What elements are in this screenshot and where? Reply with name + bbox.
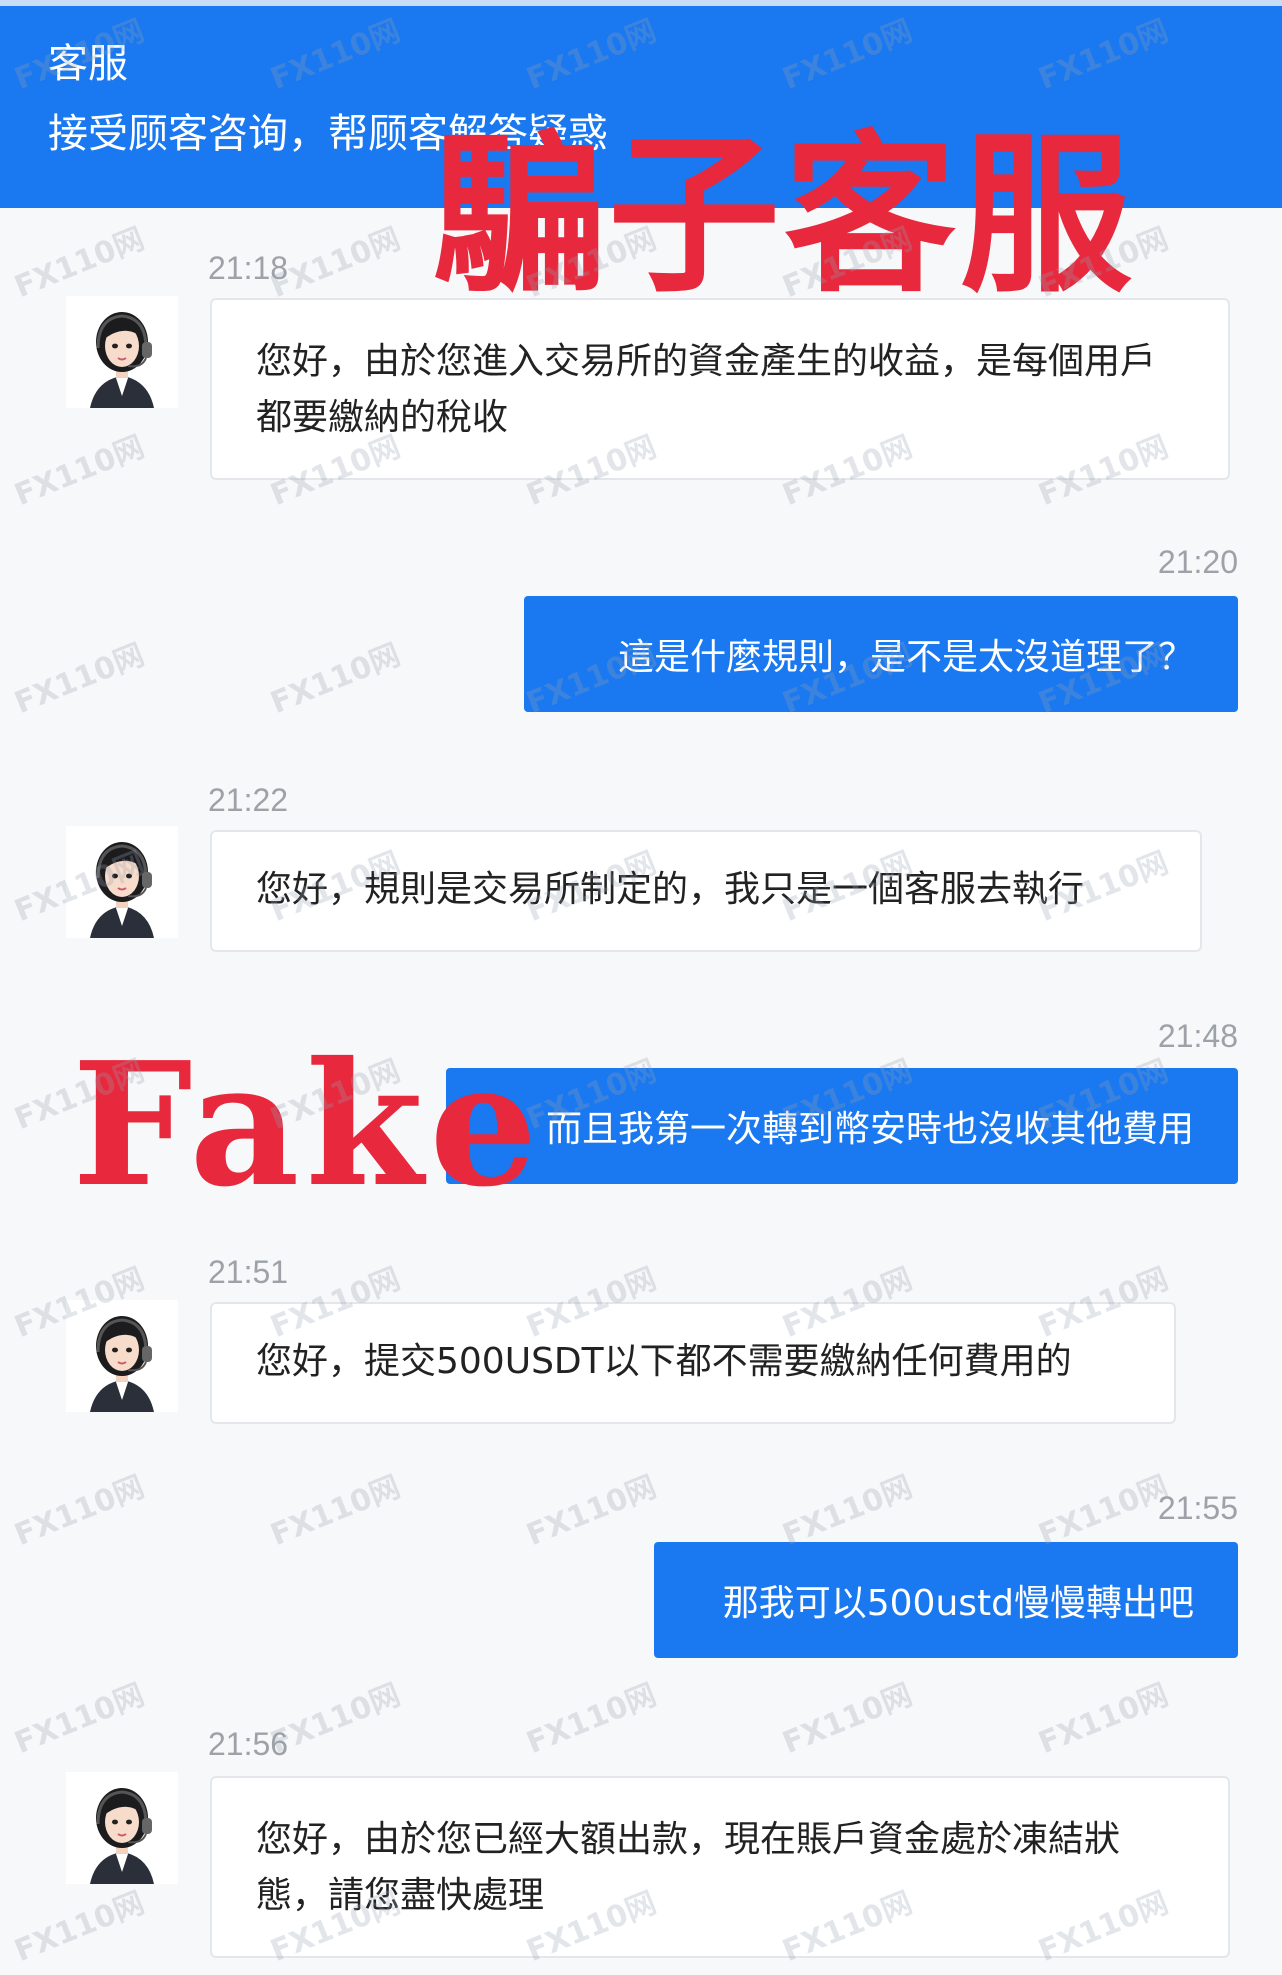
message-text: 您好，規則是交易所制定的，我只是一個客服去執行 [256,869,1085,910]
user-message-bubble: 這是什麼規則，是不是太沒道理了？ [524,596,1238,712]
message-text: 您好，由於您已經大額出款，現在賬戶資金處於凍結狀態，請您盡快處理 [256,1819,1121,1916]
watermark-text: FX110网 [265,1469,406,1553]
agent-message-bubble: 您好，由於您已經大額出款，現在賬戶資金處於凍結狀態，請您盡快處理 [210,1776,1230,1958]
watermark-text: FX110网 [9,1469,150,1553]
message-time: 21:55 [1157,1490,1238,1526]
watermark-text: FX110网 [777,1677,918,1761]
message-text: 那我可以500ustd慢慢轉出吧 [722,1583,1194,1624]
watermark-text: FX110网 [9,1885,150,1969]
agent-message-bubble: 您好，提交500USDT以下都不需要繳納任何費用的 [210,1302,1176,1424]
agent-message-bubble: 您好，規則是交易所制定的，我只是一個客服去執行 [210,830,1202,952]
agent-message-bubble: 您好，由於您進入交易所的資金產生的收益，是每個用戶都要繳納的稅收 [210,298,1230,480]
message-time: 21:51 [208,1254,289,1290]
message-text: 您好，由於您進入交易所的資金產生的收益，是每個用戶都要繳納的稅收 [256,341,1157,438]
message-time: 21:18 [208,250,289,286]
message-time: 21:56 [208,1726,289,1762]
watermark-text: FX110网 [777,1469,918,1553]
message-time: 21:22 [208,782,289,818]
watermark-text: FX110网 [1033,1677,1174,1761]
fake-stamp: Fake [72,1025,544,1225]
watermark-text: FX110网 [9,221,150,305]
watermark-text: FX110网 [521,1677,662,1761]
watermark-text: FX110网 [521,1469,662,1553]
message-time: 21:20 [1157,544,1238,580]
message-text: 您好，提交500USDT以下都不需要繳納任何費用的 [256,1341,1072,1382]
message-text: 而且我第一次轉到幣安時也沒收其他費用 [545,1109,1194,1150]
watermark-text: FX110网 [265,637,406,721]
agent-avatar [66,296,178,408]
agent-avatar [66,1300,178,1412]
header-title: 客服 [48,41,128,87]
scam-stamp: 騙子客服 [432,115,1136,316]
agent-avatar [66,826,178,938]
agent-avatar [66,1772,178,1884]
user-message-bubble: 而且我第一次轉到幣安時也沒收其他費用 [446,1068,1238,1184]
watermark-text: FX110网 [9,1677,150,1761]
user-message-bubble: 那我可以500ustd慢慢轉出吧 [654,1542,1238,1658]
watermark-text: FX110网 [9,637,150,721]
watermark-text: FX110网 [9,429,150,513]
watermark-text: FX110网 [1033,1469,1174,1553]
message-text: 這是什麼規則，是不是太沒道理了？ [617,637,1194,678]
message-time: 21:48 [1157,1018,1238,1054]
